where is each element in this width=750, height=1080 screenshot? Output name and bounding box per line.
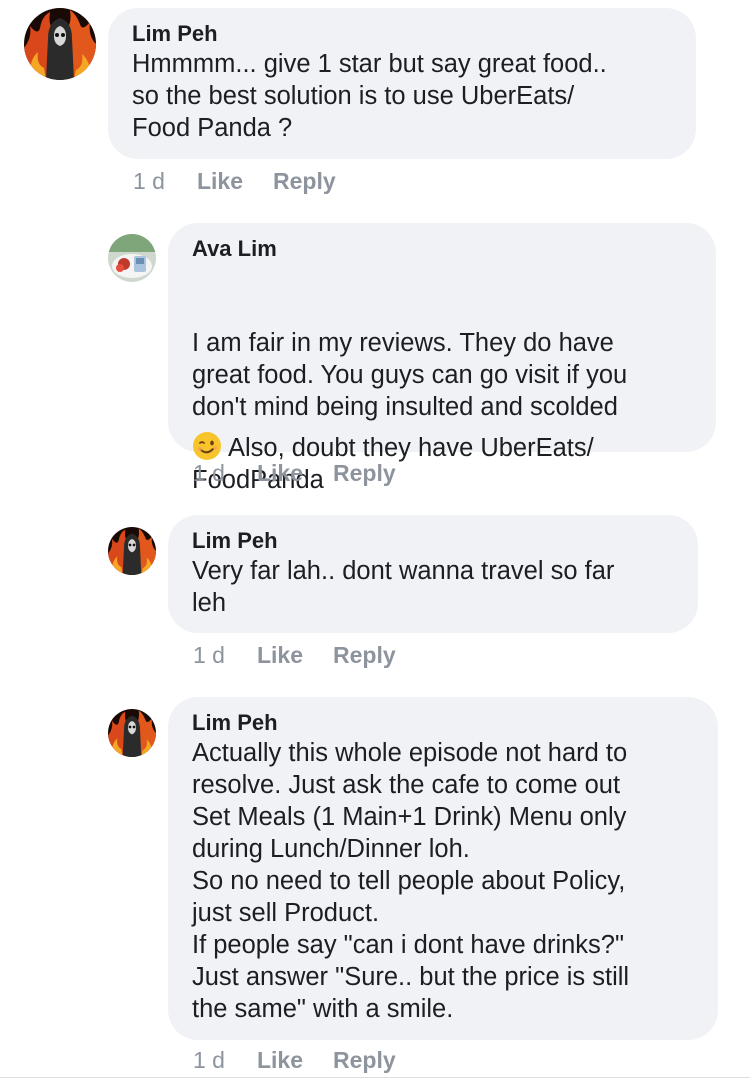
reply-button[interactable]: Reply [333, 640, 396, 670]
comment-bubble: Ava Lim I am fair in my reviews. They do… [168, 223, 716, 494]
comment-author[interactable]: Lim Peh [192, 709, 694, 737]
comment-text: Very far lah.. dont wanna travel so far … [192, 557, 615, 617]
like-button[interactable]: Like [197, 166, 243, 196]
comment-bubble: Lim Peh Actually this whole episode not … [168, 697, 718, 1040]
comment-timestamp[interactable]: 1 d [193, 1045, 225, 1075]
comment-actions: 1 d Like Reply [193, 458, 426, 488]
like-button[interactable]: Like [257, 458, 303, 488]
comment-timestamp[interactable]: 1 d [133, 166, 165, 196]
food-photo-avatar-icon [108, 234, 156, 282]
reply-button[interactable]: Reply [333, 458, 396, 488]
reply-button[interactable]: Reply [333, 1045, 396, 1075]
like-button[interactable]: Like [257, 640, 303, 670]
comment-bubble: Lim Peh Hmmmm... give 1 star but say gre… [108, 8, 696, 159]
comment-text-line: I am fair in my reviews. They do have gr… [192, 329, 628, 421]
comment-bubble: Lim Peh Very far lah.. dont wanna travel… [168, 515, 698, 633]
comment-text: Actually this whole episode not hard to … [192, 739, 630, 1023]
comment-author[interactable]: Lim Peh [132, 20, 672, 48]
grim-reaper-flames-avatar-icon [108, 527, 156, 575]
comment-actions: 1 d Like Reply [193, 1045, 426, 1075]
avatar[interactable] [108, 709, 156, 757]
winking-face-emoji-icon [193, 432, 221, 460]
comment-timestamp[interactable]: 1 d [193, 640, 225, 670]
avatar[interactable] [108, 234, 156, 282]
comment-actions: 1 d Like Reply [133, 166, 366, 196]
avatar[interactable] [24, 8, 96, 80]
comment-actions: 1 d Like Reply [193, 640, 426, 670]
comment-text: Hmmmm... give 1 star but say great food.… [132, 50, 607, 142]
grim-reaper-flames-avatar-icon [24, 8, 96, 80]
avatar[interactable] [108, 527, 156, 575]
like-button[interactable]: Like [257, 1045, 303, 1075]
comment-timestamp[interactable]: 1 d [193, 458, 225, 488]
grim-reaper-flames-avatar-icon [108, 709, 156, 757]
reply-button[interactable]: Reply [273, 166, 336, 196]
divider [0, 1077, 750, 1078]
comment-author[interactable]: Ava Lim [192, 235, 692, 263]
comment-author[interactable]: Lim Peh [192, 527, 674, 555]
